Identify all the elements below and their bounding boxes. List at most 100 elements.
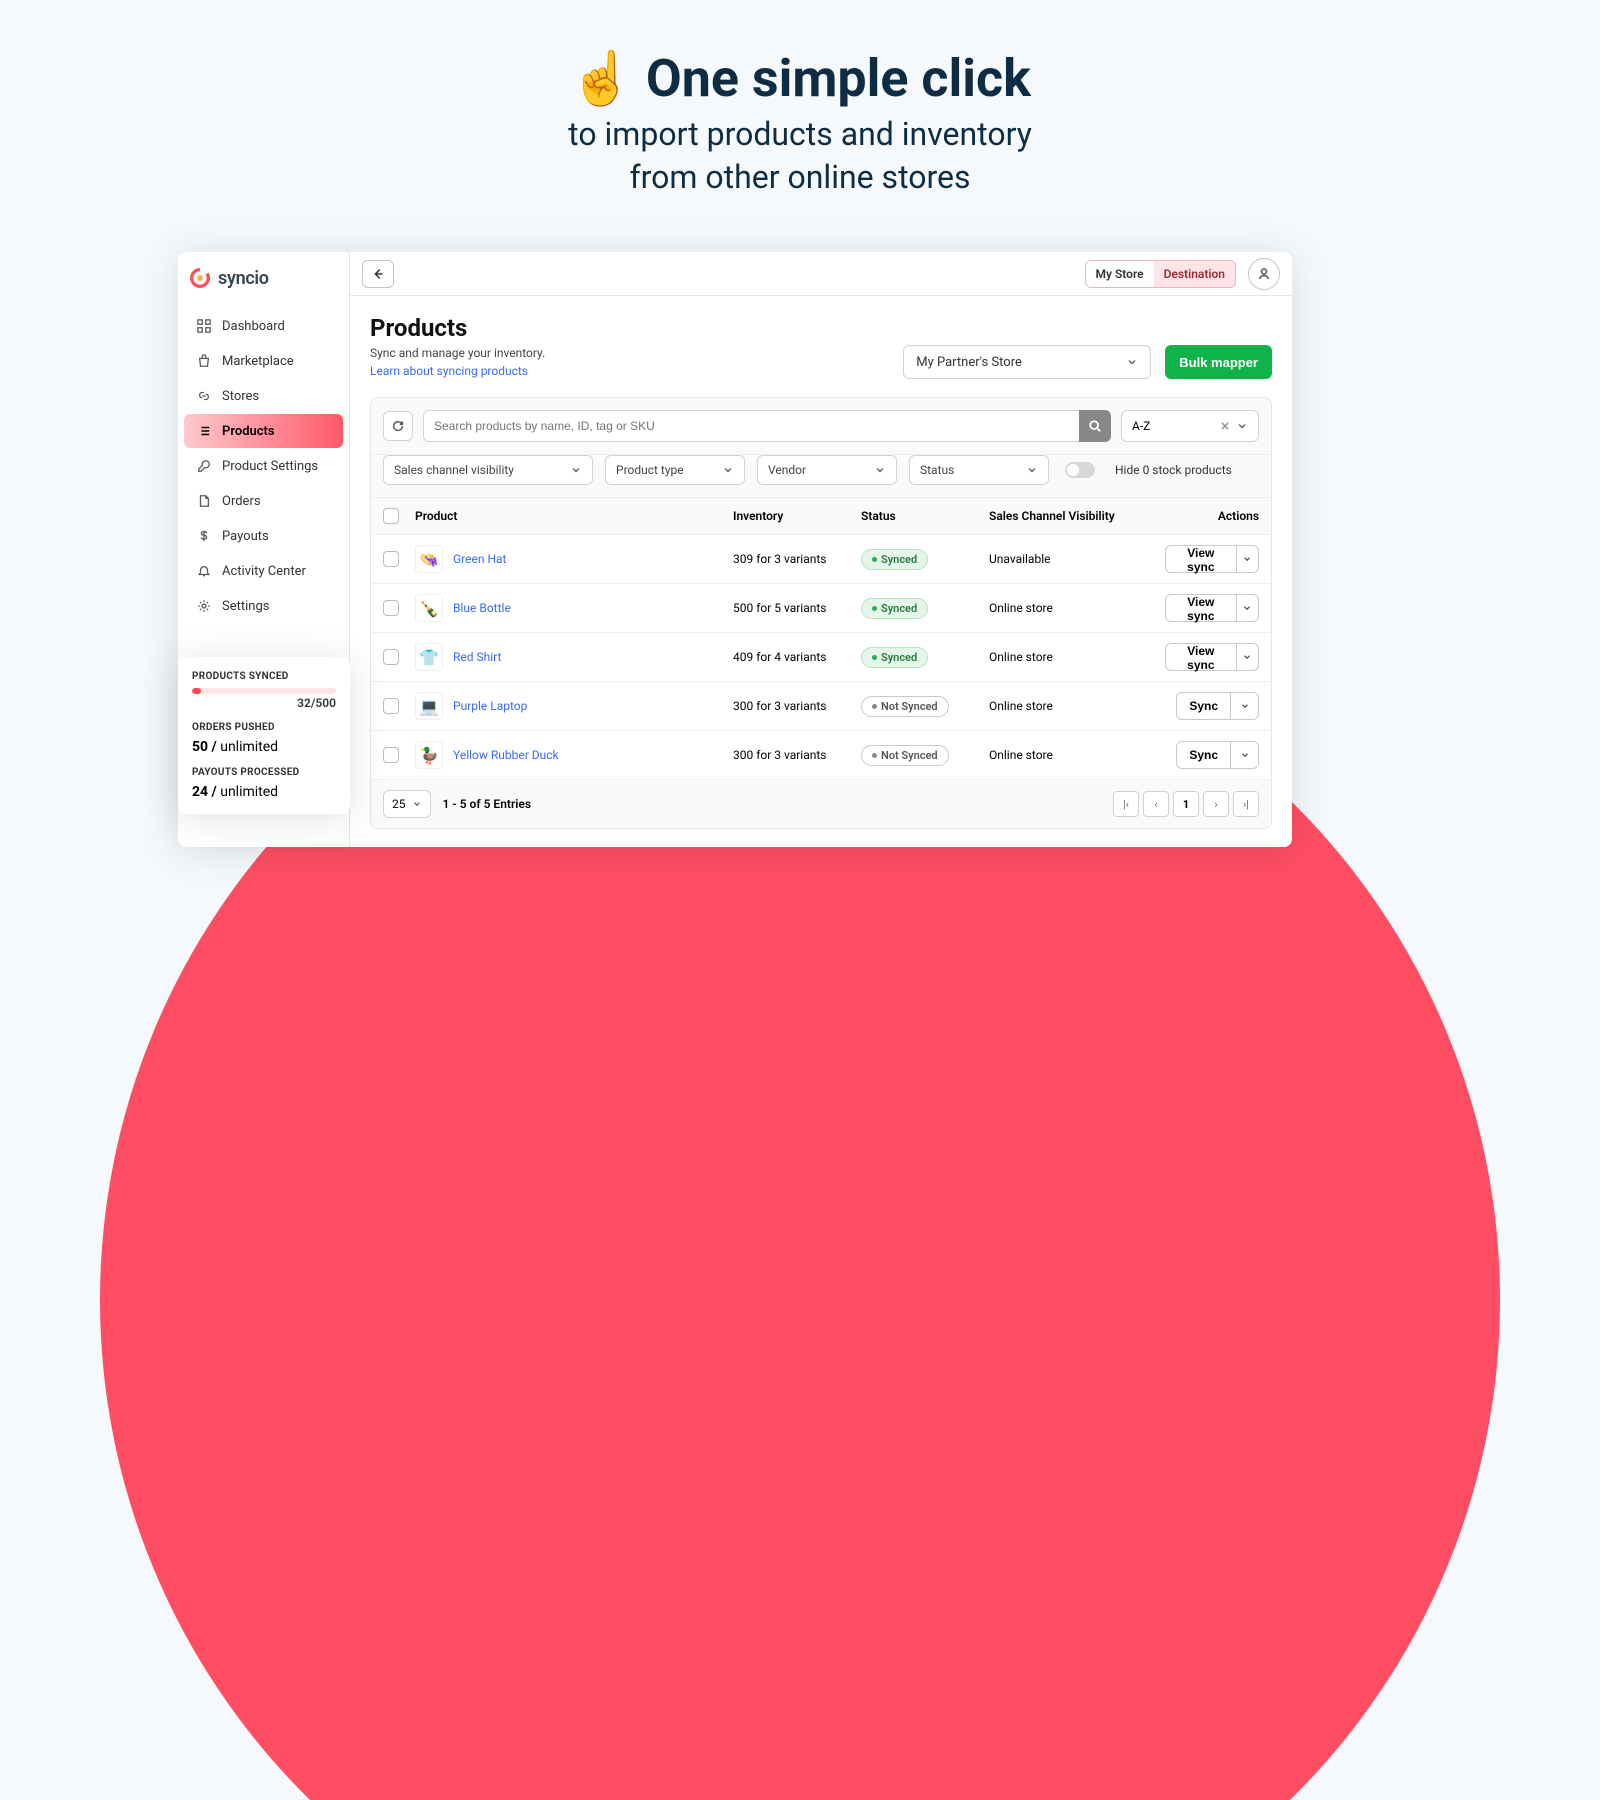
product-thumb: 💻: [415, 692, 443, 720]
sidebar-item-products[interactable]: Products: [184, 414, 343, 448]
row-checkbox[interactable]: [383, 551, 399, 567]
search-icon: [1088, 419, 1102, 433]
avatar-button[interactable]: [1248, 258, 1280, 290]
page-size-select[interactable]: 25: [383, 790, 431, 818]
main: My Store Destination Products Sync and m…: [350, 252, 1292, 847]
user-icon: [1256, 266, 1272, 282]
sidebar-item-dashboard[interactable]: Dashboard: [184, 309, 343, 343]
select-all-checkbox[interactable]: [383, 508, 399, 524]
product-link[interactable]: Blue Bottle: [453, 601, 511, 615]
bulk-mapper-button[interactable]: Bulk mapper: [1165, 345, 1272, 379]
logo-icon: [188, 266, 212, 290]
table-row: 👒Green Hat309 for 3 variantsSyncedUnavai…: [371, 535, 1271, 584]
sidebar-item-stores[interactable]: Stores: [184, 379, 343, 413]
table-footer: 25 1 - 5 of 5 Entries |‹ ‹ 1 › ›|: [371, 780, 1271, 828]
sync-button[interactable]: Sync: [1176, 692, 1231, 720]
dollar-icon: [196, 528, 212, 544]
stats-card: PRODUCTS SYNCED 32/500 ORDERS PUSHED 50 …: [178, 657, 350, 814]
product-link[interactable]: Yellow Rubber Duck: [453, 748, 559, 762]
destination-tab[interactable]: Destination: [1154, 261, 1235, 287]
action-more-button[interactable]: [1231, 692, 1259, 720]
link-icon: [196, 388, 212, 404]
action-more-button[interactable]: [1231, 741, 1259, 769]
col-header-status: Status: [861, 509, 989, 523]
stats-payouts-label: PAYOUTS PROCESSED: [192, 767, 336, 778]
pager-current[interactable]: 1: [1173, 791, 1199, 817]
status-badge: Synced: [861, 598, 928, 619]
hide-zero-toggle[interactable]: [1065, 462, 1095, 478]
visibility-cell: Online store: [989, 650, 1165, 664]
tool-icon: [196, 458, 212, 474]
row-checkbox[interactable]: [383, 698, 399, 714]
sidebar-item-product-settings[interactable]: Product Settings: [184, 449, 343, 483]
filter-vendor[interactable]: Vendor: [757, 455, 897, 485]
back-button[interactable]: [362, 260, 394, 288]
clear-sort-icon[interactable]: [1220, 421, 1230, 431]
pager-first[interactable]: |‹: [1113, 791, 1139, 817]
stats-orders-label: ORDERS PUSHED: [192, 722, 336, 733]
store-select[interactable]: My Partner's Store: [903, 345, 1151, 379]
view-sync-button[interactable]: View sync: [1165, 643, 1237, 671]
sync-button[interactable]: Sync: [1176, 741, 1231, 769]
entries-text: 1 - 5 of 5 Entries: [443, 797, 532, 811]
pager: |‹ ‹ 1 › ›|: [1113, 791, 1259, 817]
search-input[interactable]: [423, 410, 1079, 442]
stats-payouts-value: 24 / unlimited: [192, 784, 336, 800]
products-panel: A-Z Sales channel visibility Product typ…: [370, 397, 1272, 829]
sort-select[interactable]: A-Z: [1121, 410, 1259, 442]
chevron-down-icon: [1240, 701, 1250, 711]
hero-sub: to import products and inventory from ot…: [0, 113, 1600, 199]
row-checkbox[interactable]: [383, 747, 399, 763]
gear-icon: [196, 598, 212, 614]
refresh-button[interactable]: [383, 411, 413, 441]
product-thumb: 👕: [415, 643, 443, 671]
status-badge: Synced: [861, 549, 928, 570]
sidebar-item-activity[interactable]: Activity Center: [184, 554, 343, 588]
mystore-tab[interactable]: My Store: [1086, 261, 1154, 287]
filter-visibility[interactable]: Sales channel visibility: [383, 455, 593, 485]
sidebar-item-settings[interactable]: Settings: [184, 589, 343, 623]
sidebar-item-orders[interactable]: Orders: [184, 484, 343, 518]
action-more-button[interactable]: [1237, 643, 1259, 671]
learn-link[interactable]: Learn about syncing products: [370, 364, 528, 378]
status-badge: Synced: [861, 647, 928, 668]
stats-orders-value: 50 / unlimited: [192, 739, 336, 755]
product-link[interactable]: Green Hat: [453, 552, 506, 566]
table-row: 💻Purple Laptop300 for 3 variantsNot Sync…: [371, 682, 1271, 731]
status-badge: Not Synced: [861, 745, 949, 766]
inventory-cell: 300 for 3 variants: [733, 699, 861, 713]
table-row: 👕Red Shirt409 for 4 variantsSyncedOnline…: [371, 633, 1271, 682]
filter-status[interactable]: Status: [909, 455, 1049, 485]
product-link[interactable]: Red Shirt: [453, 650, 501, 664]
sidebar-item-marketplace[interactable]: Marketplace: [184, 344, 343, 378]
pager-prev[interactable]: ‹: [1143, 791, 1169, 817]
pager-last[interactable]: ›|: [1233, 791, 1259, 817]
hide-zero-label: Hide 0 stock products: [1115, 463, 1232, 477]
chevron-down-icon: [1242, 554, 1252, 564]
pager-next[interactable]: ›: [1203, 791, 1229, 817]
product-thumb: 🍾: [415, 594, 443, 622]
visibility-cell: Online store: [989, 748, 1165, 762]
view-sync-button[interactable]: View sync: [1165, 594, 1237, 622]
list-icon: [196, 423, 212, 439]
sidebar-item-payouts[interactable]: Payouts: [184, 519, 343, 553]
topbar: My Store Destination: [350, 252, 1292, 296]
action-more-button[interactable]: [1237, 594, 1259, 622]
row-checkbox[interactable]: [383, 649, 399, 665]
progress-bar: [192, 688, 336, 694]
point-up-icon: ☝️: [569, 48, 634, 109]
filter-type[interactable]: Product type: [605, 455, 745, 485]
action-more-button[interactable]: [1237, 545, 1259, 573]
chevron-down-icon: [1126, 356, 1138, 368]
search-button[interactable]: [1079, 410, 1111, 442]
row-checkbox[interactable]: [383, 600, 399, 616]
product-link[interactable]: Purple Laptop: [453, 699, 527, 713]
inventory-cell: 500 for 5 variants: [733, 601, 861, 615]
inventory-cell: 309 for 3 variants: [733, 552, 861, 566]
bell-icon: [196, 563, 212, 579]
view-sync-button[interactable]: View sync: [1165, 545, 1237, 573]
chevron-down-icon: [1242, 603, 1252, 613]
refresh-icon: [391, 419, 405, 433]
chevron-down-icon: [1026, 464, 1038, 476]
table-header: Product Inventory Status Sales Channel V…: [371, 498, 1271, 535]
